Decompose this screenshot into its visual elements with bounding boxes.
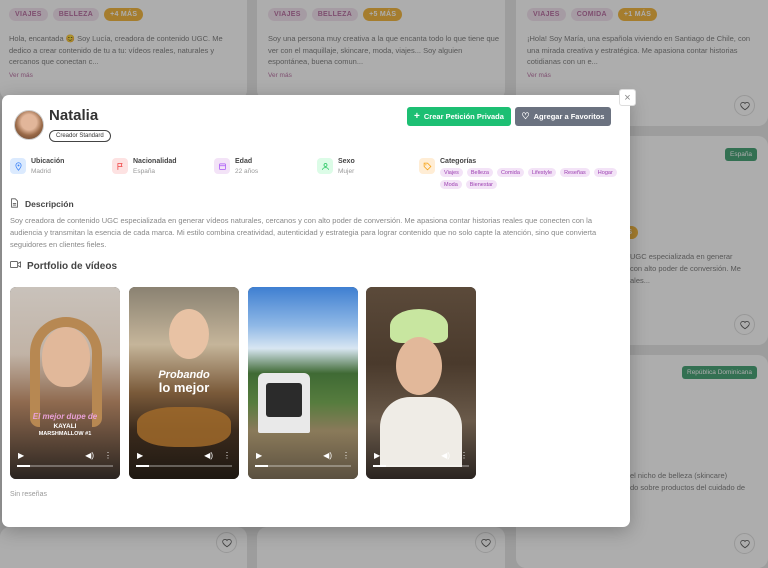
video-progress-bar[interactable] [373,465,469,467]
info-nationality: Nacionalidad España [112,158,177,175]
video-progress-bar[interactable] [255,465,351,467]
portfolio-heading: Portfolio de vídeos [10,260,117,272]
create-private-request-label: Crear Petición Privada [423,112,504,121]
category-tag: Lifestyle [527,168,557,177]
volume-icon[interactable]: ◀) [441,451,450,460]
video-thumbnail-face [169,309,209,359]
portfolio-video[interactable]: ▶ ◀) ⋮ [248,287,358,479]
location-pin-icon [10,158,26,174]
sex-label: Sexo [338,158,355,165]
portfolio-video[interactable]: ▶ ◀) ⋮ [366,287,476,479]
close-modal-button[interactable]: × [619,89,636,106]
more-options-icon[interactable]: ⋮ [342,451,350,460]
video-caption: KAYALI [53,423,77,430]
add-to-favorites-label: Agregar a Favoritos [533,112,605,121]
more-options-icon[interactable]: ⋮ [104,451,112,460]
age-value: 22 años [235,168,259,175]
plan-badge: Creador Standard [49,130,111,142]
category-tag: Comida [496,168,524,177]
close-icon: × [624,91,631,104]
video-camera-icon [10,260,21,272]
play-icon[interactable]: ▶ [18,451,24,460]
description-text: Soy creadora de contenido UGC especializ… [10,216,597,249]
portfolio-video[interactable]: Probando lo mejor ▶ ◀) ⋮ [129,287,239,479]
video-caption: El mejor dupe de [32,412,98,421]
age-label: Edad [235,158,253,165]
location-label: Ubicación [31,158,65,165]
volume-icon[interactable]: ◀) [323,451,332,460]
sex-value: Mujer [338,168,355,175]
nationality-value: España [133,168,156,175]
info-sex: Sexo Mujer [317,158,355,175]
video-caption: lo mejor [158,380,210,395]
video-progress-bar[interactable] [136,465,232,467]
video-controls: ▶ ◀) ⋮ [18,451,112,460]
volume-icon[interactable]: ◀) [85,451,94,460]
flag-icon [112,158,128,174]
document-icon [10,198,19,210]
volume-icon[interactable]: ◀) [204,451,213,460]
play-icon[interactable]: ▶ [256,451,262,460]
description-title: Descripción [25,199,74,209]
play-icon[interactable]: ▶ [137,451,143,460]
video-controls: ▶ ◀) ⋮ [137,451,231,460]
info-location: Ubicación Madrid [10,158,64,175]
reviews-empty-state: Sin reseñas [10,491,47,498]
info-categories: Categorías Viajes Belleza Comida Lifesty… [419,158,620,189]
portfolio-video[interactable]: El mejor dupe de KAYALI MARSHMALLOW #1 ▶… [10,287,120,479]
video-thumbnail-hair [30,317,102,427]
add-to-favorites-button[interactable]: ♡ Agregar a Favoritos [515,107,611,126]
nationality-label: Nacionalidad [133,158,177,165]
category-tag: Viajes [440,168,463,177]
video-thumbnail-food [137,407,231,447]
more-options-icon[interactable]: ⋮ [460,451,468,460]
user-icon [317,158,333,174]
calendar-icon [214,158,230,174]
video-thumbnail-van-door [266,383,302,417]
video-controls: ▶ ◀) ⋮ [374,451,468,460]
category-tag: Bienestar [465,180,498,189]
plus-icon: + [414,111,420,122]
creator-name: Natalia [49,107,99,124]
category-tag: Moda [440,180,462,189]
tag-icon [419,158,435,174]
categories-label: Categorías [440,158,477,165]
category-tag: Reseñas [560,168,590,177]
category-tag: Belleza [466,168,493,177]
description-heading: Descripción [10,198,74,210]
location-value: Madrid [31,168,51,175]
video-progress-bar[interactable] [17,465,113,467]
info-age: Edad 22 años [214,158,258,175]
category-tag: Hogar [593,168,617,177]
creator-profile-modal: Natalia Creador Standard + Crear Petició… [2,95,630,527]
video-caption: MARSHMALLOW #1 [38,431,92,437]
video-controls: ▶ ◀) ⋮ [256,451,350,460]
video-thumbnail-face [396,337,442,395]
more-options-icon[interactable]: ⋮ [223,451,231,460]
create-private-request-button[interactable]: + Crear Petición Privada [407,107,511,126]
play-icon[interactable]: ▶ [374,451,380,460]
portfolio-title: Portfolio de vídeos [27,260,118,272]
avatar [14,110,44,140]
heart-icon: ♡ [521,111,530,121]
